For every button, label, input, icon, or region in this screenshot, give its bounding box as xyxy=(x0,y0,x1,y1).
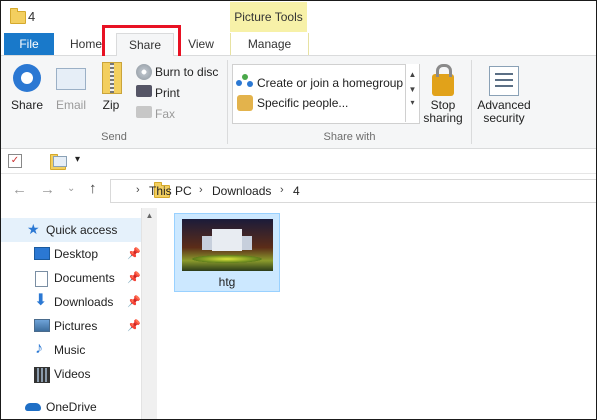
desktop-icon xyxy=(34,247,50,260)
send-group-label: Send xyxy=(101,131,127,143)
pin-icon[interactable]: 📌 xyxy=(127,242,141,266)
breadcrumb-this-pc[interactable]: This PC xyxy=(149,184,192,198)
email-label: Email xyxy=(55,98,86,112)
specific-people-option[interactable]: Specific people... xyxy=(236,94,404,112)
chevron-right-icon[interactable]: › xyxy=(136,184,140,196)
disc-icon xyxy=(136,64,152,80)
security-label: security xyxy=(483,111,525,125)
pin-icon[interactable]: 📌 xyxy=(127,290,141,314)
sharing-label: sharing xyxy=(423,111,463,125)
printer-icon xyxy=(136,85,152,97)
download-icon: ⬇ xyxy=(34,292,48,309)
chevron-right-icon[interactable]: › xyxy=(280,184,284,196)
nav-label: OneDrive xyxy=(46,400,97,414)
forward-arrow-icon[interactable]: → xyxy=(40,181,55,198)
chevron-right-icon[interactable]: › xyxy=(199,184,203,196)
nav-downloads[interactable]: ⬇ Downloads 📌 xyxy=(1,290,142,314)
breadcrumb-downloads[interactable]: Downloads xyxy=(212,184,271,198)
zip-button[interactable]: Zip xyxy=(96,60,126,120)
print-label: Print xyxy=(155,86,180,100)
burn-to-disc-button[interactable]: Burn to disc xyxy=(136,63,222,81)
breadcrumb-4[interactable]: 4 xyxy=(293,184,300,198)
nav-pictures[interactable]: Pictures 📌 xyxy=(1,314,142,338)
documents-icon xyxy=(35,271,48,287)
folder-icon xyxy=(10,8,26,24)
lock-icon xyxy=(432,64,454,96)
nav-label: Downloads xyxy=(54,295,114,309)
rename-icon[interactable] xyxy=(53,156,67,167)
fax-label: Fax xyxy=(155,107,176,121)
advanced-security-icon xyxy=(489,66,519,96)
nav-label: Videos xyxy=(54,367,91,381)
zip-label: Zip xyxy=(102,98,120,112)
pictures-icon xyxy=(34,319,50,332)
tab-view[interactable]: View xyxy=(184,33,218,55)
nav-label: Pictures xyxy=(54,319,98,333)
share-label: Share xyxy=(10,98,44,112)
share-with-group-label: Share with xyxy=(323,131,376,143)
nav-videos[interactable]: Videos xyxy=(1,362,142,386)
nav-label: Documents xyxy=(54,271,115,285)
music-icon: ♪ xyxy=(35,340,43,357)
recent-locations-icon[interactable]: ⌄ xyxy=(67,183,75,194)
gallery-scroll[interactable]: ▲ ▼ ▾ xyxy=(405,64,419,122)
share-button[interactable]: Share xyxy=(6,60,48,120)
tab-manage[interactable]: Manage xyxy=(230,33,309,55)
homegroup-icon xyxy=(236,74,254,90)
nav-documents[interactable]: Documents 📌 xyxy=(1,266,142,290)
star-icon: ★ xyxy=(27,221,40,237)
people-icon xyxy=(237,95,253,111)
cloud-icon xyxy=(25,403,41,411)
quick-access-toolbar xyxy=(1,149,596,174)
fax-icon xyxy=(136,106,152,118)
nav-label: Desktop xyxy=(54,247,99,261)
nav-music[interactable]: ♪ Music xyxy=(1,338,142,362)
homegroup-label: Create or join a homegroup xyxy=(257,76,404,90)
picture-tools-header: Picture Tools xyxy=(230,2,307,32)
navigation-scrollbar[interactable]: ▲ xyxy=(141,208,157,419)
burn-label: Burn to disc xyxy=(155,65,219,79)
nav-quick-access[interactable]: ★ Quick access xyxy=(1,218,142,242)
file-thumbnail xyxy=(182,219,273,271)
tab-file[interactable]: File xyxy=(4,33,54,55)
nav-desktop[interactable]: Desktop 📌 xyxy=(1,242,142,266)
nav-label: Quick access xyxy=(46,223,118,237)
email-button[interactable]: Email xyxy=(52,60,90,120)
pin-icon[interactable]: 📌 xyxy=(127,266,141,290)
homegroup-option[interactable]: Create or join a homegroup xyxy=(236,74,404,92)
specific-people-label: Specific people... xyxy=(257,96,349,110)
navigation-pane: ★ Quick access Desktop 📌 Documents 📌 ⬇ D… xyxy=(1,208,156,419)
window-title: 4 xyxy=(28,9,36,24)
stop-sharing-button[interactable]: Stop sharing xyxy=(420,60,466,128)
customize-toolbar-icon[interactable]: ▾ xyxy=(75,154,80,165)
share-icon xyxy=(13,64,41,92)
videos-icon xyxy=(34,367,50,383)
advanced-security-button[interactable]: Advanced security xyxy=(476,60,532,128)
up-arrow-icon[interactable]: ↑ xyxy=(89,180,97,197)
file-name: htg xyxy=(218,275,236,289)
nav-onedrive[interactable]: OneDrive xyxy=(1,395,142,419)
email-icon xyxy=(56,68,86,90)
properties-icon[interactable]: ✓ xyxy=(8,154,22,168)
fax-button[interactable]: Fax xyxy=(136,105,196,123)
pin-icon[interactable]: 📌 xyxy=(127,314,141,338)
ribbon-separator xyxy=(471,60,472,144)
print-button[interactable]: Print xyxy=(136,84,196,102)
share-tab-highlight xyxy=(102,25,181,60)
nav-label: Music xyxy=(54,343,86,357)
zip-icon xyxy=(102,62,122,94)
back-arrow-icon[interactable]: ← xyxy=(12,181,27,198)
